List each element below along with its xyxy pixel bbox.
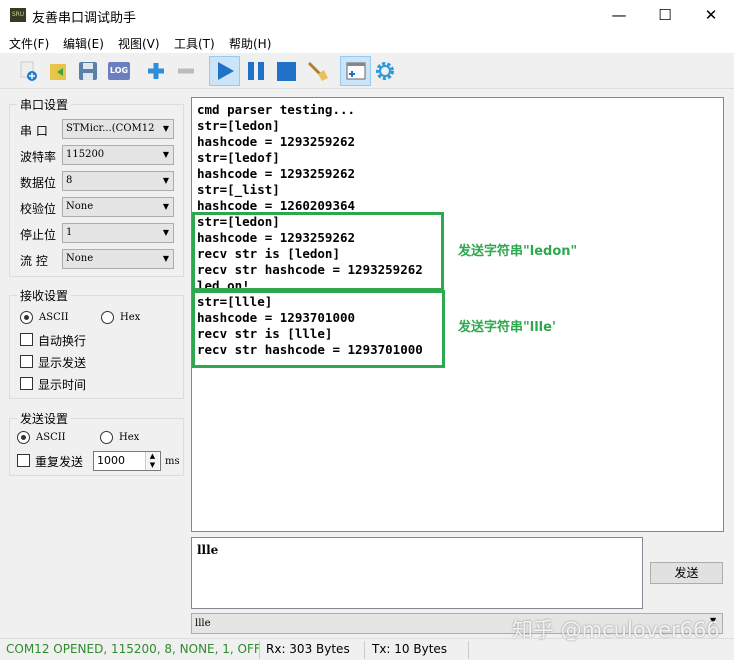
add-icon[interactable]	[143, 58, 169, 84]
flow-control-label: 流 控	[20, 254, 48, 268]
divider	[259, 641, 260, 659]
clear-broom-icon[interactable]	[304, 58, 330, 84]
annotation-ledon: 发送字符串"ledon"	[458, 244, 578, 259]
show-send-checkbox[interactable]	[20, 355, 33, 368]
stop-icon[interactable]	[273, 58, 299, 84]
menu-view[interactable]: 视图(V)	[118, 35, 160, 52]
menu-edit[interactable]: 编辑(E)	[63, 35, 104, 52]
recv-line: hashcode = 1293259262	[197, 166, 356, 181]
connection-status: COM12 OPENED, 115200, 8, NONE, 1, OFF	[6, 642, 261, 656]
menu-bar: 文件(F) 编辑(E) 视图(V) 工具(T) 帮助(H)	[0, 31, 734, 53]
save-icon[interactable]	[75, 58, 101, 84]
window-title: 友善串口调试助手	[32, 11, 137, 26]
receive-textarea[interactable]: cmd parser testing... str=[ledon] hashco…	[191, 97, 724, 532]
annotation-llle: 发送字符串"llle'	[458, 320, 556, 335]
remove-icon[interactable]	[173, 58, 199, 84]
log-label: LOG	[108, 62, 130, 80]
log-icon[interactable]: LOG	[106, 58, 132, 84]
maximize-button[interactable]: ☐	[642, 0, 688, 31]
recv-hex-label: Hex	[120, 312, 141, 323]
settings-gear-icon[interactable]	[372, 58, 398, 84]
show-time-checkbox[interactable]	[20, 377, 33, 390]
send-ascii-label: ASCII	[36, 432, 66, 443]
recv-line: str=[ledof]	[197, 150, 280, 165]
recv-line: str=[ledon]	[197, 118, 280, 133]
receive-settings-group	[9, 295, 184, 399]
recv-line: str=[_list]	[197, 182, 280, 197]
new-icon[interactable]	[16, 58, 42, 84]
data-bits-select[interactable]: 8	[62, 171, 174, 191]
rx-count: Rx: 303 Bytes	[266, 642, 350, 656]
start-icon[interactable]	[209, 56, 240, 86]
status-bar: COM12 OPENED, 115200, 8, NONE, 1, OFF Rx…	[0, 638, 734, 660]
minimize-button[interactable]: —	[596, 0, 642, 31]
title-bar: SRU 友善串口调试助手 — ☐ ✕	[0, 0, 734, 31]
baud-label: 波特率	[20, 150, 57, 164]
data-bits-label: 数据位	[20, 176, 57, 190]
pause-icon[interactable]	[243, 58, 269, 84]
highlight-box-ledon	[192, 212, 444, 291]
interval-spinner[interactable]: ▲ ▼	[145, 452, 159, 470]
divider	[468, 641, 469, 659]
repeat-send-checkbox[interactable]	[17, 454, 30, 467]
toolbar: LOG	[0, 53, 734, 89]
auto-wrap-checkbox[interactable]	[20, 333, 33, 346]
show-time-label: 显示时间	[38, 378, 87, 392]
close-button[interactable]: ✕	[688, 0, 734, 31]
send-ascii-radio[interactable]	[17, 431, 30, 444]
send-textarea[interactable]: llle	[191, 537, 643, 609]
recv-ascii-label: ASCII	[39, 312, 69, 323]
send-hex-label: Hex	[119, 432, 140, 443]
auto-wrap-label: 自动换行	[38, 334, 87, 348]
menu-tools[interactable]: 工具(T)	[174, 35, 215, 52]
serial-settings-title: 串口设置	[17, 96, 72, 113]
interval-unit: ms	[165, 456, 180, 467]
open-folder-icon[interactable]	[46, 58, 72, 84]
send-text: llle	[197, 543, 219, 557]
port-label: 串 口	[20, 124, 48, 138]
recv-ascii-radio[interactable]	[20, 311, 33, 324]
port-select[interactable]: STMicr...(COM12	[62, 119, 174, 139]
stop-bits-label: 停止位	[20, 228, 57, 242]
parity-select[interactable]: None	[62, 197, 174, 217]
send-button[interactable]: 发送	[650, 562, 723, 584]
window-layout-icon[interactable]	[340, 56, 371, 86]
recv-hex-radio[interactable]	[101, 311, 114, 324]
parity-label: 校验位	[20, 202, 57, 216]
receive-settings-title: 接收设置	[17, 287, 72, 304]
flow-control-select[interactable]: None	[62, 249, 174, 269]
right-edge	[725, 97, 734, 532]
app-icon: SRU	[10, 8, 26, 22]
recv-line: hashcode = 1293259262	[197, 134, 356, 149]
recv-line: cmd parser testing...	[197, 102, 356, 117]
menu-file[interactable]: 文件(F)	[9, 35, 49, 52]
send-hex-radio[interactable]	[100, 431, 113, 444]
baud-select[interactable]: 115200	[62, 145, 174, 165]
show-send-label: 显示发送	[38, 356, 87, 370]
divider	[364, 641, 365, 659]
send-settings-title: 发送设置	[17, 410, 72, 427]
tx-count: Tx: 10 Bytes	[372, 642, 448, 656]
highlight-box-llle	[192, 290, 445, 368]
stop-bits-select[interactable]: 1	[62, 223, 174, 243]
repeat-send-label: 重复发送	[35, 455, 84, 469]
menu-help[interactable]: 帮助(H)	[229, 35, 271, 52]
